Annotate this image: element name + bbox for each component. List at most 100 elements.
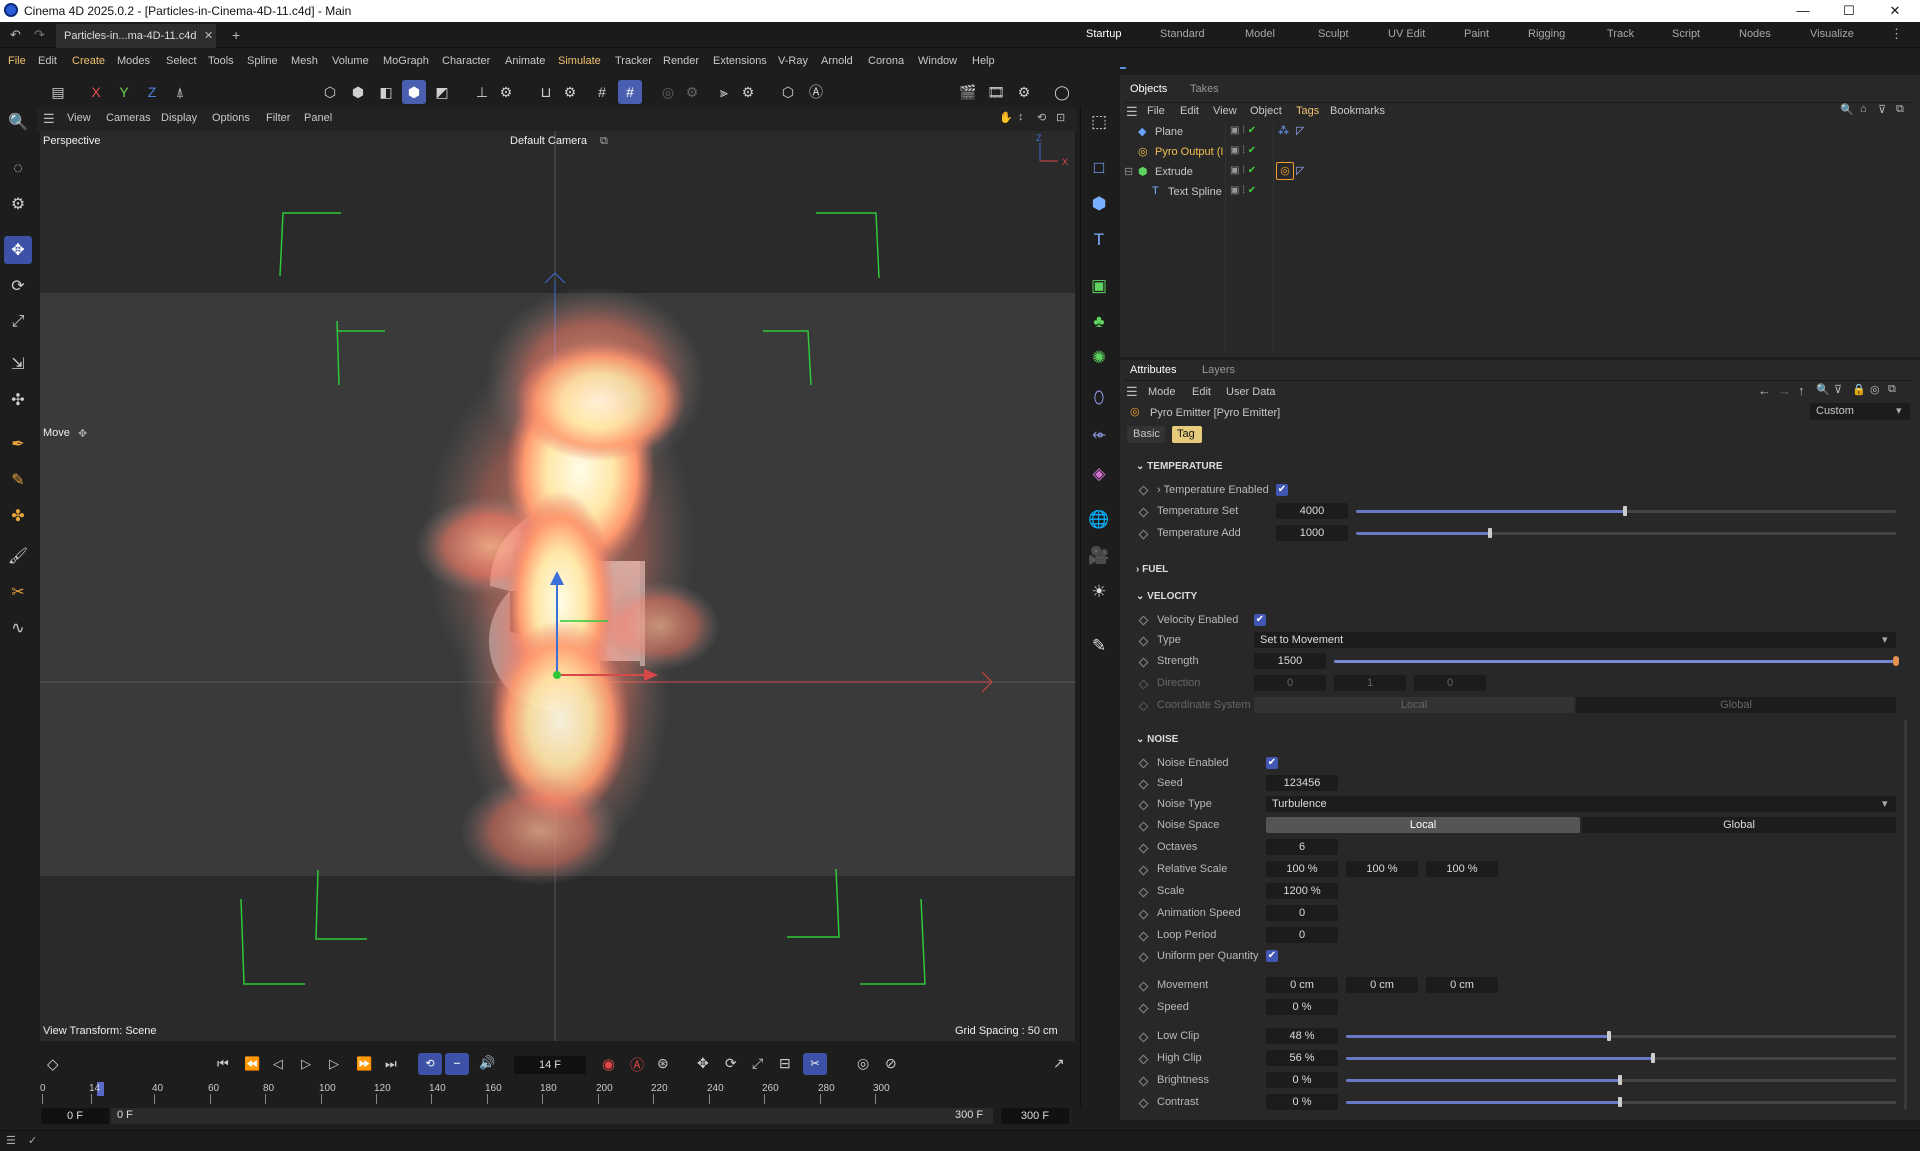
menu-corona[interactable]: Corona xyxy=(868,55,904,67)
subtab-basic[interactable]: Basic xyxy=(1127,426,1165,443)
record-icon[interactable]: ◉ xyxy=(602,1055,615,1073)
direction-z-field[interactable]: 0 xyxy=(1414,675,1486,691)
camera-object-icon[interactable]: 🎥 xyxy=(1085,542,1113,570)
next-key-icon[interactable]: ⏩ xyxy=(356,1056,372,1072)
menu-extensions[interactable]: Extensions xyxy=(713,55,767,67)
rotate-view-icon[interactable]: ⟲ xyxy=(1037,111,1046,124)
lock-icon[interactable]: 🔒 xyxy=(1852,383,1866,396)
menu-arnold[interactable]: Arnold xyxy=(821,55,853,67)
contrast-slider[interactable] xyxy=(1346,1097,1896,1107)
objects-menu-edit[interactable]: Edit xyxy=(1180,105,1199,117)
velocity-enabled-checkbox[interactable]: ✔ xyxy=(1254,614,1266,626)
axis-y-button[interactable]: Y xyxy=(112,80,136,104)
uniform-per-quantity-checkbox[interactable]: ✔ xyxy=(1266,950,1278,962)
close-window-button[interactable]: ✕ xyxy=(1872,0,1918,22)
back-arrow-icon[interactable]: ← xyxy=(1758,383,1771,398)
scale-tool-icon[interactable]: ⤢ xyxy=(4,308,32,336)
layout-standard[interactable]: Standard xyxy=(1160,28,1205,40)
motion-record-icon[interactable]: ◎ xyxy=(857,1055,869,1072)
target-icon[interactable]: ◎ xyxy=(1870,383,1880,396)
soft-settings-icon[interactable]: ⚙ xyxy=(680,80,704,104)
collapse-icon[interactable]: ⊟ xyxy=(1124,165,1133,178)
go-to-end-icon[interactable]: ⏭ xyxy=(385,1056,397,1072)
menu-tools[interactable]: Tools xyxy=(208,55,234,67)
transform-tool-icon[interactable]: ⇲ xyxy=(4,350,32,378)
go-to-start-icon[interactable]: ⏮ xyxy=(217,1056,229,1072)
search-objects-icon[interactable]: 🔍 xyxy=(1840,103,1854,116)
pan-view-icon[interactable]: ✋ xyxy=(999,111,1013,124)
objects-menu-object[interactable]: Object xyxy=(1250,105,1282,117)
temperature-add-slider[interactable] xyxy=(1356,528,1896,538)
menu-animate[interactable]: Animate xyxy=(505,55,545,67)
relative-scale-y-field[interactable]: 100 % xyxy=(1346,861,1418,877)
cube-object-icon[interactable]: ⬢ xyxy=(1085,190,1113,218)
layout-nodes[interactable]: Nodes xyxy=(1739,28,1771,40)
key-rotation-icon[interactable]: ⟳ xyxy=(725,1055,737,1072)
new-window-icon[interactable]: ⧉ xyxy=(1896,103,1904,116)
menu-volume[interactable]: Volume xyxy=(332,55,369,67)
model-mode-icon[interactable]: ⬢ xyxy=(402,80,426,104)
menu-mograph[interactable]: MoGraph xyxy=(383,55,429,67)
move-tool-icon[interactable]: ✥ xyxy=(4,236,32,264)
slider-knob[interactable] xyxy=(1618,1097,1622,1107)
object-name[interactable]: Extrude xyxy=(1155,166,1193,178)
autokey-icon[interactable]: Ⓐ xyxy=(630,1055,644,1075)
viewport-menu-panel[interactable]: Panel xyxy=(304,112,332,124)
contrast-field[interactable]: 0 % xyxy=(1266,1094,1338,1110)
object-name[interactable]: Text Spline xyxy=(1168,186,1222,198)
velocity-type-dropdown[interactable]: Set to Movement ▾ xyxy=(1254,632,1896,648)
multi-transform-icon[interactable]: ✣ xyxy=(4,386,32,414)
objects-menu-tags[interactable]: Tags xyxy=(1296,105,1319,117)
layout-track[interactable]: Track xyxy=(1607,28,1634,40)
section-noise-header[interactable]: ⌄ NOISE xyxy=(1136,734,1178,745)
workplane-icon[interactable]: ⬡ xyxy=(776,80,800,104)
symmetry-settings-icon[interactable]: ⚙ xyxy=(736,80,760,104)
key-position-icon[interactable]: ✥ xyxy=(697,1055,709,1072)
previous-key-icon[interactable]: ⏪ xyxy=(244,1056,260,1072)
range-start-field[interactable]: 0 F xyxy=(41,1108,109,1124)
layer-icon[interactable]: ▣ ⁞ ✔ xyxy=(1230,185,1256,196)
cube-primitive-icon[interactable]: □ xyxy=(1085,154,1113,182)
menu-help[interactable]: Help xyxy=(972,55,995,67)
sound-icon[interactable]: 🔊 xyxy=(479,1055,495,1071)
axis-z-button[interactable]: Z xyxy=(140,80,164,104)
menu-window[interactable]: Window xyxy=(918,55,957,67)
timeline-window-icon[interactable]: ↗ xyxy=(1053,1055,1065,1072)
spline-smooth-icon[interactable]: ✤ xyxy=(4,502,32,530)
redo-icon[interactable]: ↷ xyxy=(34,27,45,43)
loop-icon[interactable]: ⟲ xyxy=(418,1053,442,1075)
tab-attributes[interactable]: Attributes xyxy=(1130,364,1176,376)
layout-sculpt[interactable]: Sculpt xyxy=(1318,28,1349,40)
field-icon[interactable]: ⬰ xyxy=(1085,420,1113,448)
keyframe-selection-icon[interactable]: ⊛ xyxy=(657,1055,669,1072)
menu-simulate[interactable]: Simulate xyxy=(558,55,601,67)
menu-edit[interactable]: Edit xyxy=(38,55,57,67)
relative-scale-x-field[interactable]: 100 % xyxy=(1266,861,1338,877)
objects-menu-file[interactable]: File xyxy=(1147,105,1165,117)
next-frame-icon[interactable]: ▷ xyxy=(329,1056,339,1072)
object-name[interactable]: Plane xyxy=(1155,126,1183,138)
key-param-icon[interactable]: ⊟ xyxy=(779,1055,791,1072)
attributes-scrollbar[interactable] xyxy=(1904,720,1907,1110)
generator-icon[interactable]: ▣ xyxy=(1085,272,1113,300)
timeline-ruler[interactable]: 0 14 40 60 80 100 120 140 160 180 200 220 240 260 280 3… xyxy=(37,1080,1077,1106)
animation-speed-field[interactable]: 0 xyxy=(1266,905,1338,921)
scale-field[interactable]: 1200 % xyxy=(1266,883,1338,899)
deformer-icon[interactable]: ⬯ xyxy=(1085,384,1113,412)
layout-model[interactable]: Model xyxy=(1245,28,1275,40)
menu-tracker[interactable]: Tracker xyxy=(615,55,652,67)
key-pla-icon[interactable]: ✂ xyxy=(803,1053,827,1075)
status-menu-icon[interactable]: ☰ xyxy=(6,1134,16,1147)
coordinate-system-icon[interactable]: ⍋ xyxy=(168,80,192,104)
up-arrow-icon[interactable]: ↑ xyxy=(1798,383,1805,398)
effector-icon[interactable]: ✺ xyxy=(1085,344,1113,372)
tab-layers[interactable]: Layers xyxy=(1202,364,1235,376)
menu-character[interactable]: Character xyxy=(442,55,490,67)
viewport-menu-display[interactable]: Display xyxy=(161,112,197,124)
filter-attributes-icon[interactable]: ⊽ xyxy=(1834,383,1842,396)
points-mode-icon[interactable]: ⬡ xyxy=(318,80,342,104)
noise-space-local-button[interactable]: Local xyxy=(1266,817,1580,833)
close-tab-icon[interactable]: ✕ xyxy=(204,29,213,42)
knife-icon[interactable]: ✂ xyxy=(4,578,32,606)
movement-z-field[interactable]: 0 cm xyxy=(1426,977,1498,993)
